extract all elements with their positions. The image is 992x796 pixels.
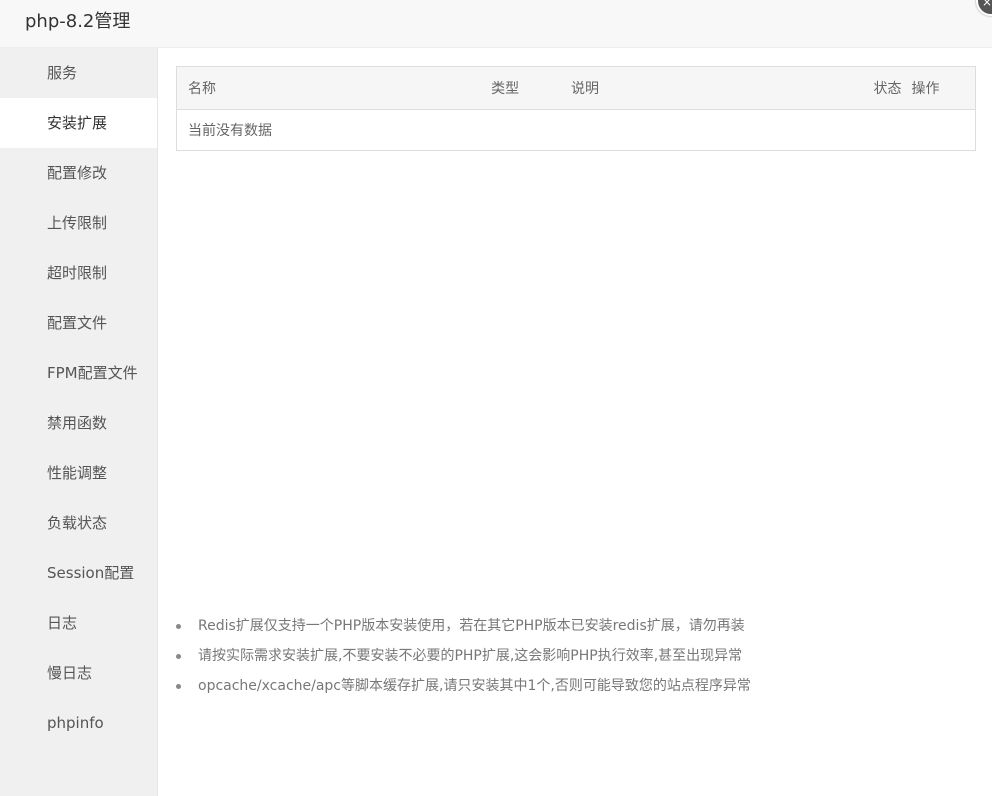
column-header-name: 名称 <box>176 66 481 110</box>
column-header-status: 状态 <box>861 66 912 110</box>
sidebar-item-label: 性能调整 <box>47 464 108 482</box>
table-row: 当前没有数据 <box>177 110 976 151</box>
sidebar-item-label: 日志 <box>47 614 78 632</box>
bullet-icon <box>176 624 181 629</box>
window-titlebar: php-8.2管理 × <box>0 0 992 48</box>
sidebar-item-disabled-functions[interactable]: 禁用函数 <box>0 398 157 448</box>
sidebar-item-performance-tuning[interactable]: 性能调整 <box>0 448 157 498</box>
tip-text: opcache/xcache/apc等脚本缓存扩展,请只安装其中1个,否则可能导… <box>198 678 751 694</box>
sidebar-item-label: 配置文件 <box>47 314 108 332</box>
sidebar-item-label: 安装扩展 <box>47 114 108 132</box>
extensions-table: 名称 类型 说明 状态 操作 当前没有数据 <box>176 66 976 151</box>
sidebar-item-load-status[interactable]: 负载状态 <box>0 498 157 548</box>
sidebar-item-install-extensions[interactable]: 安装扩展 <box>0 98 157 148</box>
window-title: php-8.2管理 <box>25 11 131 32</box>
column-header-operation: 操作 <box>911 66 976 110</box>
tip-text: Redis扩展仅支持一个PHP版本安装使用，若在其它PHP版本已安装redis扩… <box>198 618 745 634</box>
extensions-panel: 名称 类型 说明 状态 操作 当前没有数据 <box>176 66 976 151</box>
sidebar-item-config-file[interactable]: 配置文件 <box>0 298 157 348</box>
sidebar-item-label: 超时限制 <box>47 264 108 282</box>
column-header-type: 类型 <box>480 66 560 110</box>
sidebar-item-label: 服务 <box>47 64 78 82</box>
close-icon: × <box>982 0 992 9</box>
sidebar-item-fpm-config-file[interactable]: FPM配置文件 <box>0 348 157 398</box>
list-item: opcache/xcache/apc等脚本缓存扩展,请只安装其中1个,否则可能导… <box>176 672 956 702</box>
sidebar-item-label: 禁用函数 <box>47 414 108 432</box>
bullet-icon <box>176 684 181 689</box>
sidebar-item-label: 上传限制 <box>47 214 108 232</box>
sidebar-item-label: FPM配置文件 <box>47 364 138 382</box>
close-button[interactable]: × <box>976 0 992 16</box>
sidebar-item-service[interactable]: 服务 <box>0 48 157 98</box>
list-item: Redis扩展仅支持一个PHP版本安装使用，若在其它PHP版本已安装redis扩… <box>176 612 956 642</box>
tips-list: Redis扩展仅支持一个PHP版本安装使用，若在其它PHP版本已安装redis扩… <box>176 612 956 702</box>
sidebar-item-log[interactable]: 日志 <box>0 598 157 648</box>
sidebar-item-label: 负载状态 <box>47 514 108 532</box>
sidebar: 服务 安装扩展 配置修改 上传限制 超时限制 配置文件 FPM配置文件 禁用函数… <box>0 48 158 796</box>
sidebar-item-label: Session配置 <box>47 564 135 582</box>
sidebar-item-label: 配置修改 <box>47 164 108 182</box>
empty-table-message: 当前没有数据 <box>188 123 272 139</box>
php-manager-window: php-8.2管理 × 服务 安装扩展 配置修改 上传限制 超时限制 配置文件 … <box>0 0 992 796</box>
sidebar-item-slow-log[interactable]: 慢日志 <box>0 648 157 698</box>
sidebar-item-label: phpinfo <box>47 714 104 732</box>
sidebar-item-label: 慢日志 <box>47 664 93 682</box>
sidebar-item-config-modify[interactable]: 配置修改 <box>0 148 157 198</box>
sidebar-item-upload-limit[interactable]: 上传限制 <box>0 198 157 248</box>
sidebar-item-phpinfo[interactable]: phpinfo <box>0 698 157 748</box>
sidebar-item-timeout-limit[interactable]: 超时限制 <box>0 248 157 298</box>
list-item: 请按实际需求安装扩展,不要安装不必要的PHP扩展,这会影响PHP执行效率,甚至出… <box>176 642 956 672</box>
sidebar-item-session-config[interactable]: Session配置 <box>0 548 157 598</box>
column-header-description: 说明 <box>560 66 862 110</box>
table-header-row: 名称 类型 说明 状态 操作 <box>176 66 976 110</box>
tip-text: 请按实际需求安装扩展,不要安装不必要的PHP扩展,这会影响PHP执行效率,甚至出… <box>198 648 743 664</box>
bullet-icon <box>176 654 181 659</box>
